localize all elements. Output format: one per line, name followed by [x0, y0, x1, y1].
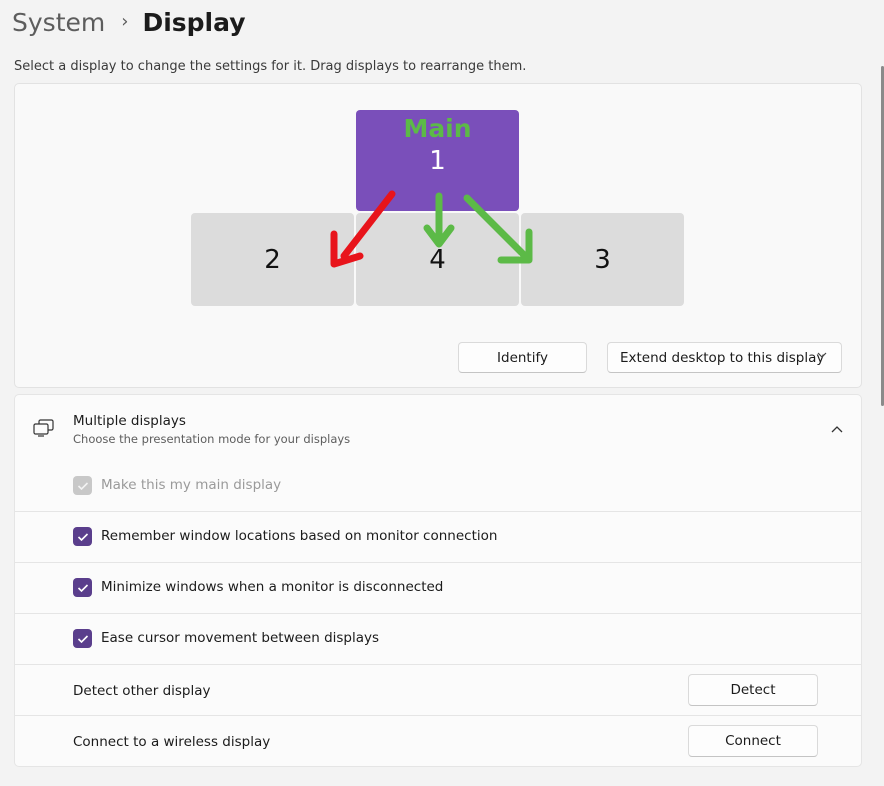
detect-button[interactable]: Detect [688, 674, 818, 706]
display-mode-dropdown[interactable]: Extend desktop to this display [607, 342, 842, 373]
display-mode-value: Extend desktop to this display [620, 349, 825, 366]
identify-button[interactable]: Identify [458, 342, 587, 373]
monitor-1-number: 1 [429, 146, 446, 176]
monitor-3-number: 3 [594, 244, 611, 275]
breadcrumb: System › Display [12, 2, 246, 42]
monitor-2[interactable]: 2 [191, 213, 354, 306]
page-title: Display [142, 7, 246, 37]
ease-cursor-label: Ease cursor movement between displays [101, 630, 380, 646]
minimize-windows-label: Minimize windows when a monitor is disco… [101, 579, 444, 595]
multiple-displays-title: Multiple displays [73, 413, 186, 429]
remember-window-locations-label: Remember window locations based on monit… [101, 528, 498, 544]
breadcrumb-separator-icon: › [121, 10, 129, 32]
remember-window-locations-option[interactable]: Remember window locations based on monit… [14, 512, 862, 563]
main-display-option: Make this my main display [14, 461, 862, 512]
chevron-up-icon[interactable] [831, 421, 843, 440]
connect-button[interactable]: Connect [688, 725, 818, 757]
multiple-displays-subtitle: Choose the presentation mode for your di… [73, 432, 351, 446]
remember-window-locations-checkbox[interactable] [73, 527, 92, 546]
wireless-display-row: Connect to a wireless display Connect [14, 716, 862, 767]
multiple-displays-icon [33, 419, 55, 441]
main-annotation-label: Main [403, 114, 472, 143]
main-display-checkbox [73, 476, 92, 495]
monitor-4[interactable]: 4 [356, 213, 519, 306]
chevron-down-icon [817, 350, 827, 363]
ease-cursor-option[interactable]: Ease cursor movement between displays [14, 614, 862, 665]
minimize-windows-checkbox[interactable] [73, 578, 92, 597]
minimize-windows-option[interactable]: Minimize windows when a monitor is disco… [14, 563, 862, 614]
multiple-displays-header[interactable]: Multiple displays Choose the presentatio… [14, 394, 862, 462]
arrangement-instruction: Select a display to change the settings … [14, 59, 527, 74]
breadcrumb-system-link[interactable]: System [12, 8, 105, 37]
detect-display-row: Detect other display Detect [14, 665, 862, 716]
wireless-display-label: Connect to a wireless display [73, 734, 271, 750]
main-display-label: Make this my main display [101, 477, 282, 493]
monitor-3[interactable]: 3 [521, 213, 684, 306]
monitor-2-number: 2 [264, 244, 281, 275]
detect-display-label: Detect other display [73, 683, 211, 699]
ease-cursor-checkbox[interactable] [73, 629, 92, 648]
display-arrangement-panel: 1 Main 2 4 3 Identify Extend desktop to … [14, 83, 862, 388]
monitor-4-number: 4 [429, 244, 446, 275]
